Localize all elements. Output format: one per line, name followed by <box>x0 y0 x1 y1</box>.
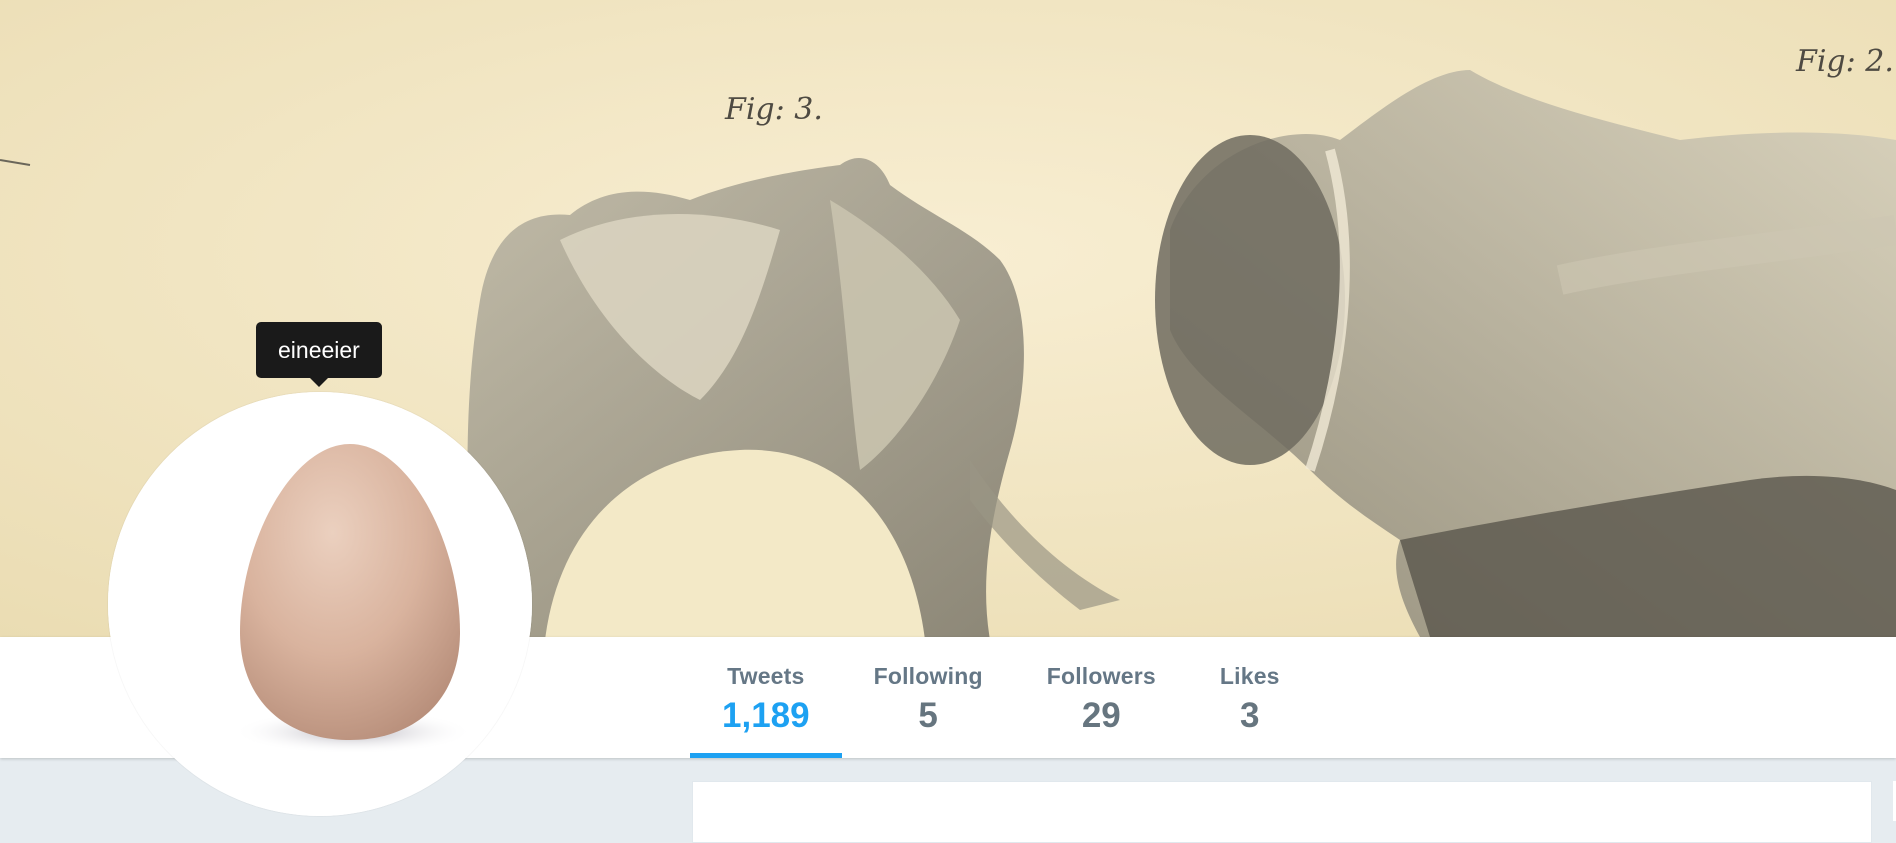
profile-stats: Tweets 1,189 Following 5 Followers 29 Li… <box>690 637 1312 758</box>
egg-avatar-image <box>108 392 532 816</box>
followers-stat-tab[interactable]: Followers 29 <box>1015 637 1188 758</box>
profile-avatar[interactable] <box>108 392 532 816</box>
tweets-count: 1,189 <box>722 696 810 735</box>
tweets-stat-tab[interactable]: Tweets 1,189 <box>690 637 842 758</box>
timeline-card <box>692 781 1872 843</box>
figure-label: Fig: 2. <box>1796 44 1894 79</box>
followers-count: 29 <box>1081 696 1121 735</box>
likes-label: Likes <box>1219 663 1280 689</box>
following-stat-tab[interactable]: Following 5 <box>842 637 1015 758</box>
following-count: 5 <box>918 696 938 735</box>
likes-stat-tab[interactable]: Likes 3 <box>1188 637 1312 758</box>
tweets-label: Tweets <box>727 663 805 689</box>
screen-name-tooltip: eineeier <box>256 322 382 387</box>
followers-label: Followers <box>1046 663 1156 689</box>
likes-count: 3 <box>1240 696 1260 735</box>
following-label: Following <box>873 663 983 689</box>
figure-label: Fig: 3. <box>725 92 823 127</box>
